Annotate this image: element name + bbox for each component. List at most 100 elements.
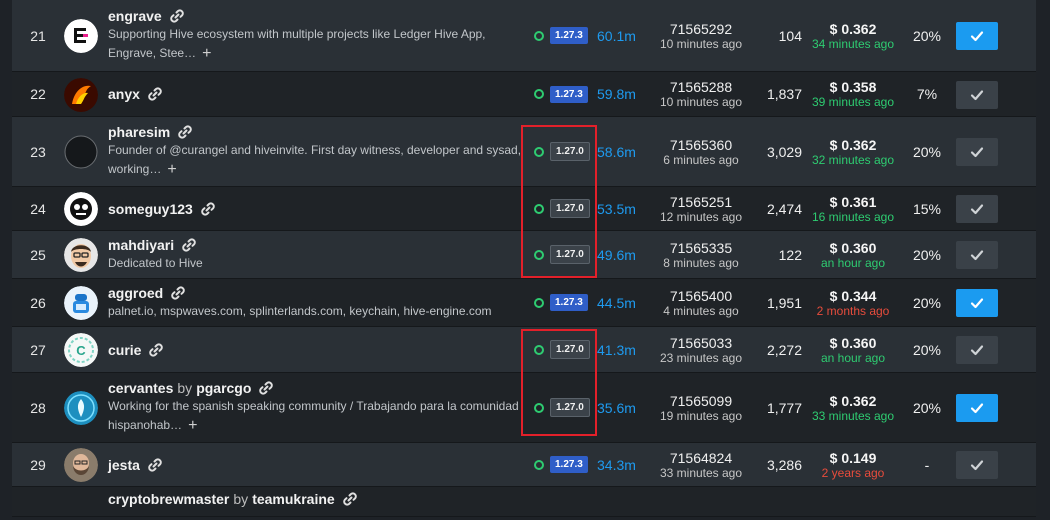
price-time: 39 minutes ago (811, 95, 895, 109)
rank: 25 (30, 246, 46, 263)
version-badge: 1.27.3 (550, 27, 588, 44)
vote-button[interactable] (956, 289, 998, 317)
witness-name[interactable]: aggroed (108, 285, 163, 301)
price-feed: $ 0.362 34 minutes ago (808, 0, 898, 71)
witness-name[interactable]: jesta (108, 457, 140, 473)
witness-name[interactable]: anyx (108, 86, 140, 102)
check-icon (969, 144, 985, 160)
price-time: 2 years ago (821, 465, 885, 480)
missed-blocks: 3,286 (766, 456, 802, 473)
block-number[interactable]: 71565360 (670, 137, 732, 153)
witness-row: 26 aggroed palnet.io, mspwaves.com, spli… (12, 279, 1036, 327)
proxy-name[interactable]: teamukraine (252, 491, 334, 507)
apr: 15% (912, 200, 942, 217)
vote-button[interactable] (956, 138, 998, 166)
avatar[interactable] (64, 192, 98, 226)
block-number[interactable]: 71565400 (670, 288, 732, 304)
last-block: 71565360 6 minutes ago (646, 117, 756, 186)
block-number[interactable]: 71565288 (670, 79, 732, 95)
plus-icon[interactable]: + (188, 416, 197, 435)
link-icon[interactable] (258, 380, 274, 396)
version-badge: 1.27.3 (550, 294, 588, 311)
avatar[interactable] (64, 286, 98, 320)
check-icon (969, 295, 985, 311)
price-value: $ 0.361 (829, 193, 877, 210)
last-block: 71565288 10 minutes ago (646, 72, 756, 116)
vote-button[interactable] (956, 241, 998, 269)
witness-name[interactable]: pharesim (108, 124, 170, 140)
avatar[interactable] (64, 391, 98, 425)
block-number[interactable]: 71565292 (670, 21, 732, 37)
witness-info: anyx (108, 72, 428, 116)
rank: 26 (30, 294, 46, 311)
missed-blocks: 1,951 (766, 294, 802, 311)
witness-name[interactable]: cervantes (108, 380, 173, 396)
witness-info: curie (108, 327, 428, 372)
block-number[interactable]: 71565099 (670, 393, 732, 409)
vote-button[interactable] (956, 394, 998, 422)
plus-icon[interactable]: + (202, 44, 211, 63)
price-feed: $ 0.358 39 minutes ago (808, 72, 898, 116)
vote-button[interactable] (956, 195, 998, 223)
block-time: 19 minutes ago (659, 408, 743, 423)
vote-button[interactable] (956, 336, 998, 364)
price-time: 34 minutes ago (811, 36, 895, 51)
link-icon[interactable] (200, 201, 216, 217)
avatar[interactable] (64, 238, 98, 272)
price-feed: $ 0.149 2 years ago (808, 443, 898, 486)
avatar[interactable] (64, 448, 98, 482)
last-block: 71565099 19 minutes ago (646, 373, 756, 442)
link-icon[interactable] (170, 285, 186, 301)
link-icon[interactable] (177, 124, 193, 140)
online-status-icon (534, 30, 544, 41)
price-value: $ 0.362 (829, 392, 877, 409)
link-icon[interactable] (169, 8, 185, 24)
check-icon (969, 87, 985, 103)
plus-icon[interactable]: + (167, 160, 176, 179)
price-time: 33 minutes ago (811, 408, 895, 423)
witness-info: aggroed palnet.io, mspwaves.com, splinte… (108, 279, 492, 326)
witness-name[interactable]: someguy123 (108, 201, 193, 217)
witness-name[interactable]: engrave (108, 8, 162, 24)
link-icon[interactable] (148, 342, 164, 358)
proxy-name[interactable]: pgarcgo (196, 380, 251, 396)
avatar[interactable] (64, 19, 98, 53)
apr: 20% (912, 246, 942, 263)
block-number[interactable]: 71565251 (670, 194, 732, 210)
check-icon (969, 342, 985, 358)
vote-button[interactable] (956, 451, 998, 479)
vote-button[interactable] (956, 22, 998, 50)
apr: 20% (912, 27, 942, 44)
check-icon (969, 201, 985, 217)
price-time: 16 minutes ago (811, 209, 895, 224)
link-icon[interactable] (147, 86, 163, 102)
missed-blocks: 2,474 (766, 200, 802, 217)
witness-info: cryptobrewmaster by teamukraine (108, 487, 428, 520)
avatar[interactable]: C (64, 333, 98, 367)
witness-name[interactable]: mahdiyari (108, 237, 174, 253)
block-number[interactable]: 71564824 (670, 450, 732, 466)
avatar[interactable] (64, 135, 98, 169)
block-number[interactable]: 71565033 (670, 335, 732, 351)
block-number[interactable]: 71565335 (670, 240, 732, 256)
link-icon[interactable] (181, 237, 197, 253)
apr: 20% (912, 399, 942, 416)
avatar[interactable] (64, 77, 98, 112)
witness-description: palnet.io, mspwaves.com, splinterlands.c… (108, 303, 492, 318)
witness-name[interactable]: cryptobrewmaster (108, 491, 229, 507)
link-icon[interactable] (342, 491, 358, 507)
highlight-box-bottom (521, 329, 597, 436)
price-feed: $ 0.362 32 minutes ago (808, 117, 898, 186)
missed-blocks: 104 (778, 27, 802, 44)
price-value: $ 0.360 (829, 239, 877, 256)
price-feed: $ 0.360 an hour ago (808, 327, 898, 372)
block-time: 23 minutes ago (659, 350, 743, 365)
witness-name[interactable]: curie (108, 342, 141, 358)
block-time: 33 minutes ago (659, 465, 743, 480)
link-icon[interactable] (147, 457, 163, 473)
witness-description: Dedicated to Hive (108, 255, 203, 270)
witness-row: cryptobrewmaster by teamukraine (12, 487, 1036, 517)
last-block: 71565251 12 minutes ago (646, 187, 756, 230)
vote-button[interactable] (956, 80, 998, 109)
witness-description: Working for the spanish speaking communi… (108, 399, 519, 432)
